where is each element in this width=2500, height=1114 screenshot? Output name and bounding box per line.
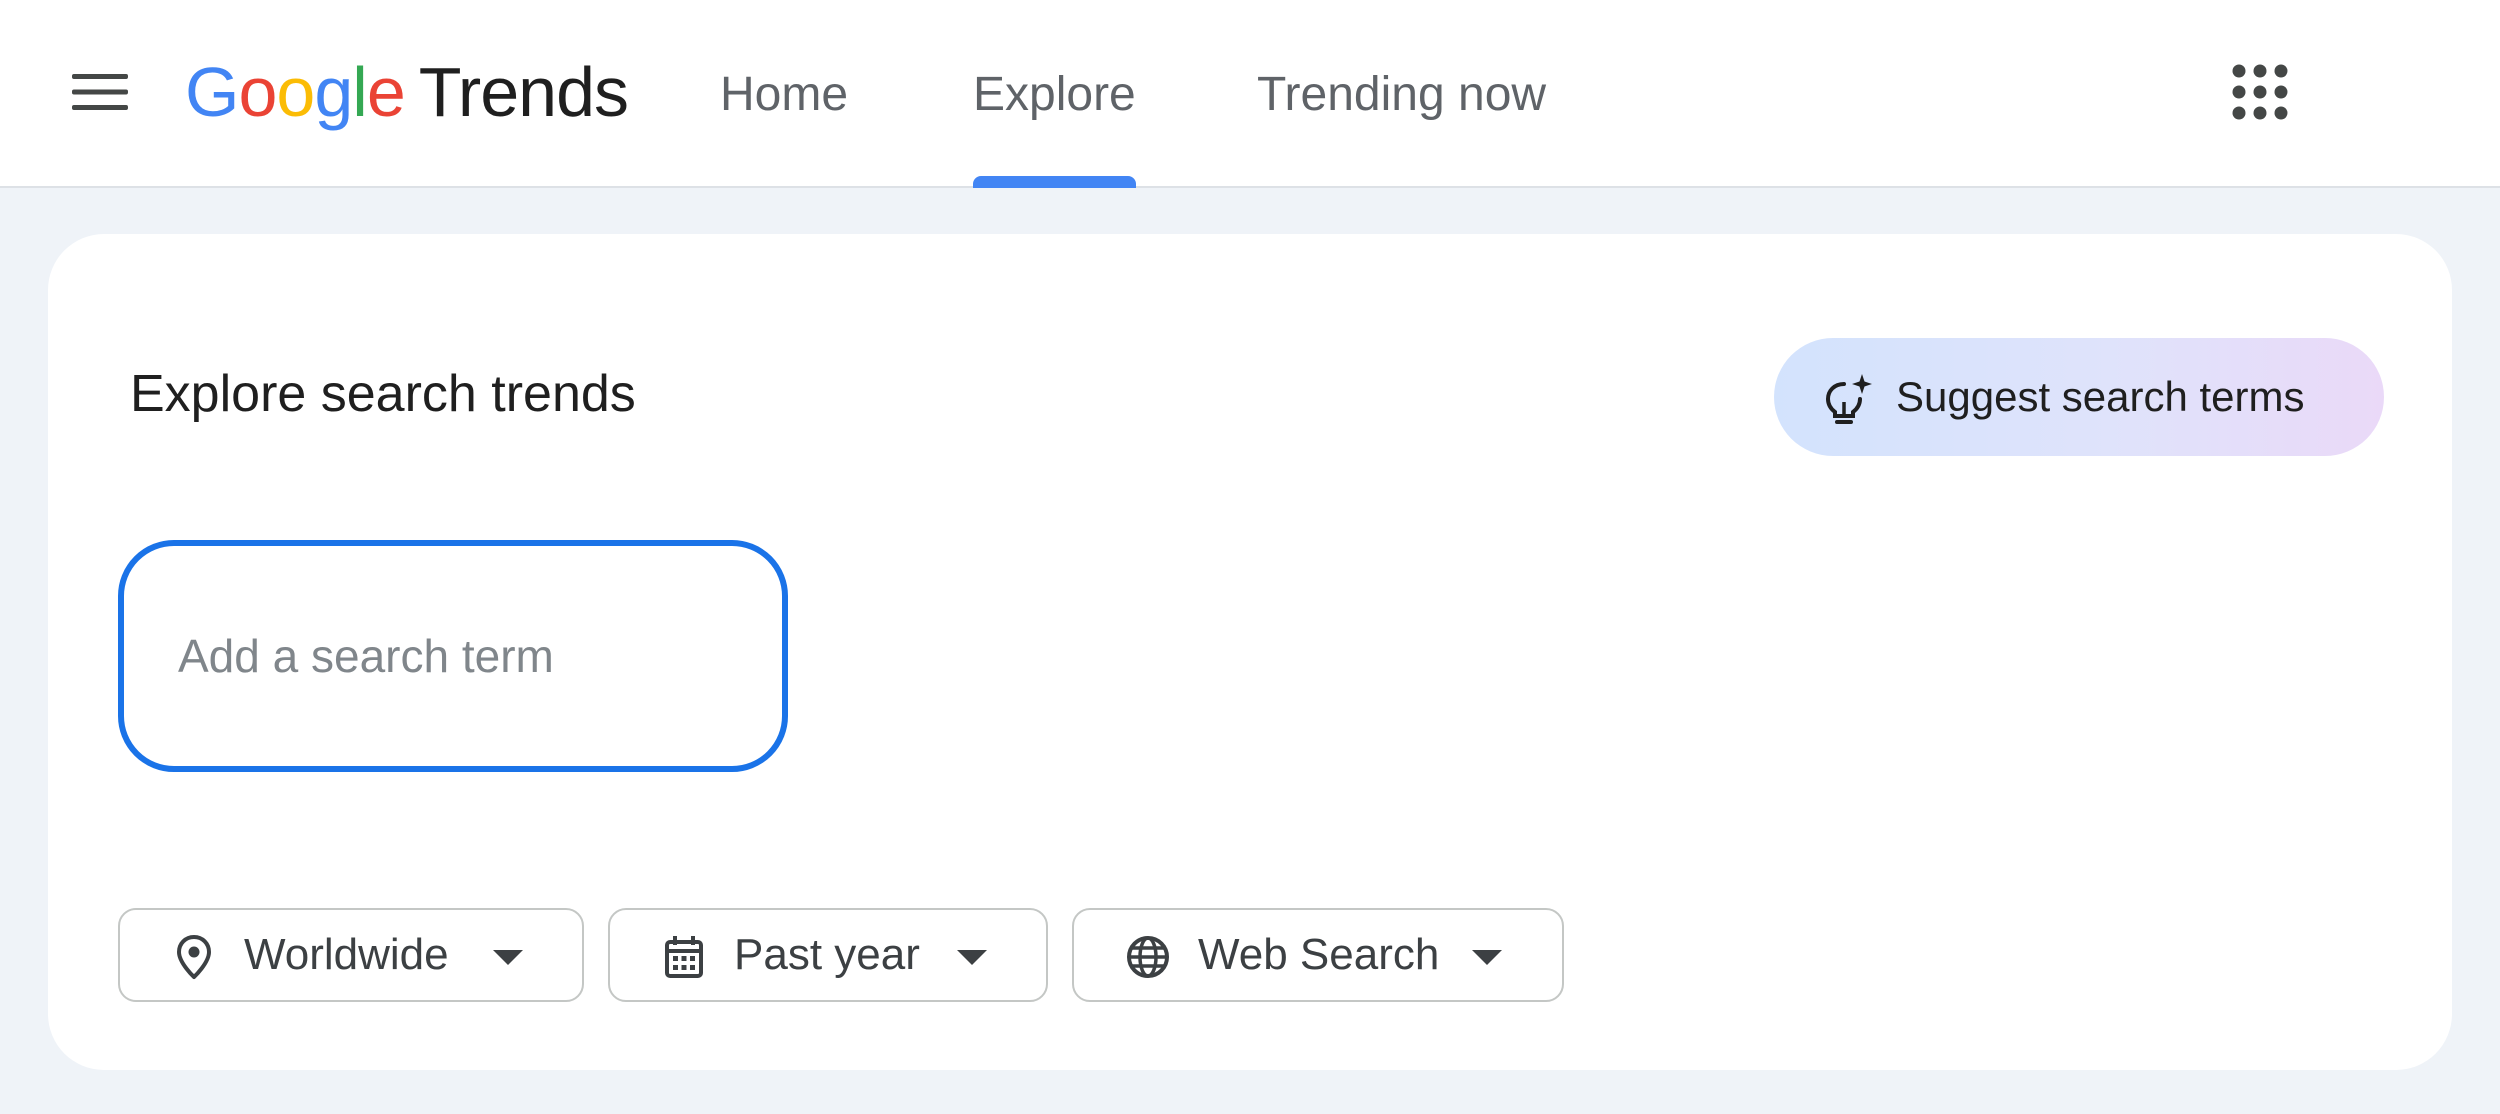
lightbulb-sparkle-icon (1825, 374, 1872, 424)
filter-label: Web Search (1198, 930, 1440, 979)
chevron-down-icon (493, 950, 523, 965)
apps-grid-icon (2232, 64, 2288, 120)
logo-letter: g (314, 53, 353, 131)
search-term-box[interactable] (118, 540, 788, 772)
google-wordmark: Google (185, 52, 406, 132)
page-title: Explore search trends (130, 365, 636, 423)
logo-letter: e (366, 53, 406, 131)
hamburger-menu-icon (72, 74, 128, 110)
filter-label: Worldwide (244, 930, 449, 979)
globe-icon (1127, 936, 1169, 978)
search-type-filter-dropdown[interactable]: Web Search (1072, 908, 1564, 1002)
suggest-button-label: Suggest search terms (1896, 373, 2305, 420)
active-tab-indicator (973, 176, 1136, 188)
top-app-bar: Google Trends Home Explore Trending now (0, 0, 2500, 188)
explore-card: Explore search trends Suggest search ter… (48, 234, 2452, 1070)
calendar-icon (665, 936, 703, 978)
suggest-search-terms-button[interactable]: Suggest search terms (1774, 338, 2384, 456)
main-menu-button[interactable] (60, 62, 140, 122)
tab-label: Trending now (1257, 67, 1547, 121)
chevron-down-icon (957, 950, 987, 965)
location-pin-icon (177, 935, 211, 979)
trends-wordmark: Trends (418, 53, 629, 131)
tab-trending-now[interactable]: Trending now (1257, 0, 1546, 188)
logo-letter: o (238, 53, 277, 131)
tab-label: Explore (973, 67, 1136, 121)
google-apps-button[interactable] (2230, 62, 2290, 122)
logo-letter: G (185, 53, 239, 131)
tab-explore[interactable]: Explore (973, 0, 1136, 188)
tab-label: Home (720, 67, 849, 121)
search-input[interactable] (176, 628, 736, 684)
chevron-down-icon (1472, 950, 1502, 965)
google-trends-logo[interactable]: Google Trends (185, 52, 629, 142)
time-range-filter-dropdown[interactable]: Past year (608, 908, 1048, 1002)
logo-letter: l (352, 53, 368, 131)
tab-home[interactable]: Home (720, 0, 848, 188)
logo-letter: o (276, 53, 315, 131)
filter-label: Past year (734, 930, 920, 979)
location-filter-dropdown[interactable]: Worldwide (118, 908, 584, 1002)
